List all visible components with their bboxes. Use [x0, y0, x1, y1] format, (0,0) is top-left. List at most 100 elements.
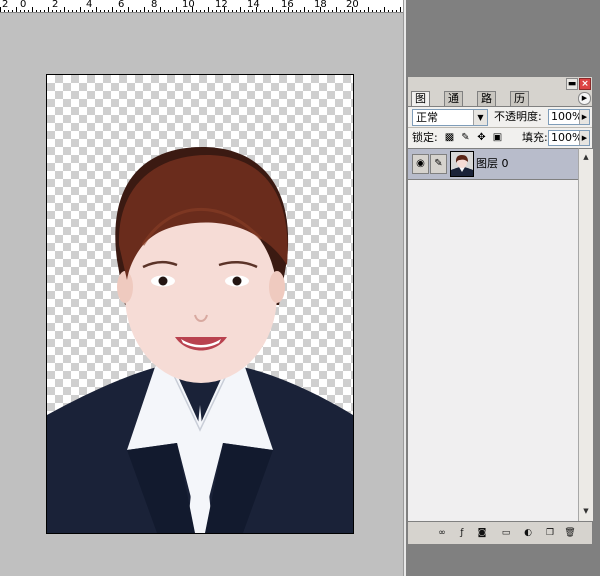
ruler-tick — [340, 10, 341, 12]
ruler-tick — [292, 10, 293, 12]
ruler-tick — [12, 10, 13, 12]
ruler-tick — [132, 10, 133, 12]
ruler-tick — [396, 10, 397, 12]
ruler-tick — [324, 10, 325, 12]
ruler-tick — [356, 10, 357, 12]
ruler-tick — [268, 10, 269, 12]
ruler-tick — [200, 10, 201, 12]
ruler-tick — [284, 10, 285, 12]
ruler-tick — [216, 10, 217, 12]
ruler-tick — [312, 10, 313, 12]
horizontal-ruler[interactable]: 2 0 2 4 6 8 10 12 14 16 18 20 — [0, 0, 404, 13]
ruler-tick — [36, 10, 37, 12]
fill-label: 填充: — [522, 131, 548, 144]
new-group-icon[interactable]: ▭ — [500, 527, 512, 539]
menu-arrow-icon[interactable]: ▶ — [578, 92, 591, 105]
fill-input[interactable]: 100% ▶ — [548, 130, 590, 146]
chevron-down-icon[interactable]: ▼ — [473, 110, 487, 125]
layers-palette: ▬ × 图层 通道 路径 历史记录 ▶ 正常 ▼ 不透明度: 100% ▶ 锁定… — [407, 76, 593, 544]
ruler-tick — [28, 10, 29, 12]
ruler-tick — [368, 7, 369, 12]
layer-mask-icon[interactable]: ◙ — [476, 527, 488, 539]
tab-history[interactable]: 历史记录 — [510, 91, 529, 147]
ruler-tick — [328, 10, 329, 12]
ruler-tick — [108, 10, 109, 12]
ruler-tick — [400, 7, 401, 12]
ruler-tick — [212, 10, 213, 12]
ruler-tick — [64, 7, 65, 12]
ruler-tick — [204, 10, 205, 12]
link-layers-icon[interactable]: ∞ — [436, 527, 448, 539]
minimize-icon[interactable]: ▬ — [566, 78, 578, 90]
ruler-tick — [232, 10, 233, 12]
ruler-tick — [84, 10, 85, 12]
left-ear — [117, 271, 133, 303]
ruler-tick — [8, 10, 9, 12]
ruler-tick — [112, 7, 113, 12]
lock-fill-row: 锁定: ▩ ✎ ✥ ▣ 填充: 100% ▶ — [408, 127, 592, 148]
tab-layers[interactable]: 图层 — [411, 91, 430, 119]
opacity-slider-arrow-icon[interactable]: ▶ — [579, 110, 589, 124]
layer-name[interactable]: 图层 0 — [476, 157, 509, 171]
ruler-tick — [332, 10, 333, 12]
document-canvas[interactable] — [46, 74, 354, 534]
ruler-tick — [52, 10, 53, 12]
ruler-number: 2 — [2, 0, 9, 10]
ruler-tick — [248, 10, 249, 12]
opacity-input[interactable]: 100% ▶ — [548, 109, 590, 125]
right-pupil — [232, 276, 242, 286]
ruler-tick — [304, 7, 305, 12]
ruler-tick — [360, 10, 361, 12]
ruler-tick — [344, 10, 345, 12]
ruler-tick — [116, 10, 117, 12]
lock-all-icon[interactable]: ▣ — [492, 132, 503, 143]
ruler-tick — [384, 7, 385, 12]
fill-slider-arrow-icon[interactable]: ▶ — [579, 131, 589, 145]
ruler-number: 2 — [52, 0, 59, 10]
close-icon[interactable]: × — [579, 78, 591, 90]
scroll-up-icon[interactable]: ▲ — [580, 151, 592, 163]
ruler-tick — [140, 10, 141, 12]
new-layer-icon[interactable]: ❐ — [544, 527, 556, 539]
blend-mode-select[interactable]: 正常 ▼ — [412, 109, 488, 126]
ruler-tick — [364, 10, 365, 12]
ruler-tick — [40, 10, 41, 12]
lock-paint-icon[interactable]: ✎ — [460, 132, 471, 143]
brush-icon[interactable]: ✎ — [430, 154, 447, 174]
ruler-tick — [308, 10, 309, 12]
ruler-tick — [80, 7, 81, 12]
trash-icon[interactable]: 🗑 — [564, 527, 576, 539]
layer-row[interactable]: ◉ ✎ 图层 0 — [408, 149, 578, 180]
ruler-tick — [220, 10, 221, 12]
lock-label: 锁定: — [412, 131, 438, 144]
ruler-tick — [272, 7, 273, 12]
ruler-tick — [152, 10, 153, 12]
lock-transparency-icon[interactable]: ▩ — [444, 132, 455, 143]
ruler-tick — [184, 10, 185, 12]
layers-list[interactable]: ◉ ✎ 图层 0 — [408, 148, 578, 521]
layer-thumbnail[interactable] — [450, 151, 474, 177]
eye-icon[interactable]: ◉ — [412, 154, 429, 174]
ruler-tick — [76, 10, 77, 12]
ruler-tick — [260, 10, 261, 12]
ruler-tick — [192, 7, 193, 12]
scroll-down-icon[interactable]: ▼ — [580, 505, 592, 517]
blend-mode-value: 正常 — [416, 111, 438, 124]
ruler-tick — [104, 10, 105, 12]
ruler-tick — [316, 10, 317, 12]
palette-titlebar[interactable]: ▬ × — [408, 77, 592, 90]
palette-bottom-toolbar: ∞ ƒ ◙ ▭ ◐ ❐ 🗑 — [408, 521, 592, 544]
ruler-tick — [296, 10, 297, 12]
blend-opacity-row: 正常 ▼ 不透明度: 100% ▶ — [408, 106, 592, 127]
ruler-tick — [0, 7, 1, 12]
left-pupil — [158, 276, 168, 286]
portrait-photo — [47, 147, 353, 533]
layers-scrollbar[interactable]: ▲ ▼ — [578, 148, 593, 521]
ruler-tick — [392, 10, 393, 12]
lock-move-icon[interactable]: ✥ — [476, 132, 487, 143]
adjustment-layer-icon[interactable]: ◐ — [522, 527, 534, 539]
layer-style-icon[interactable]: ƒ — [456, 527, 468, 539]
tab-channels[interactable]: 通道 — [444, 91, 463, 119]
tab-paths[interactable]: 路径 — [477, 91, 496, 119]
ruler-tick — [240, 7, 241, 12]
